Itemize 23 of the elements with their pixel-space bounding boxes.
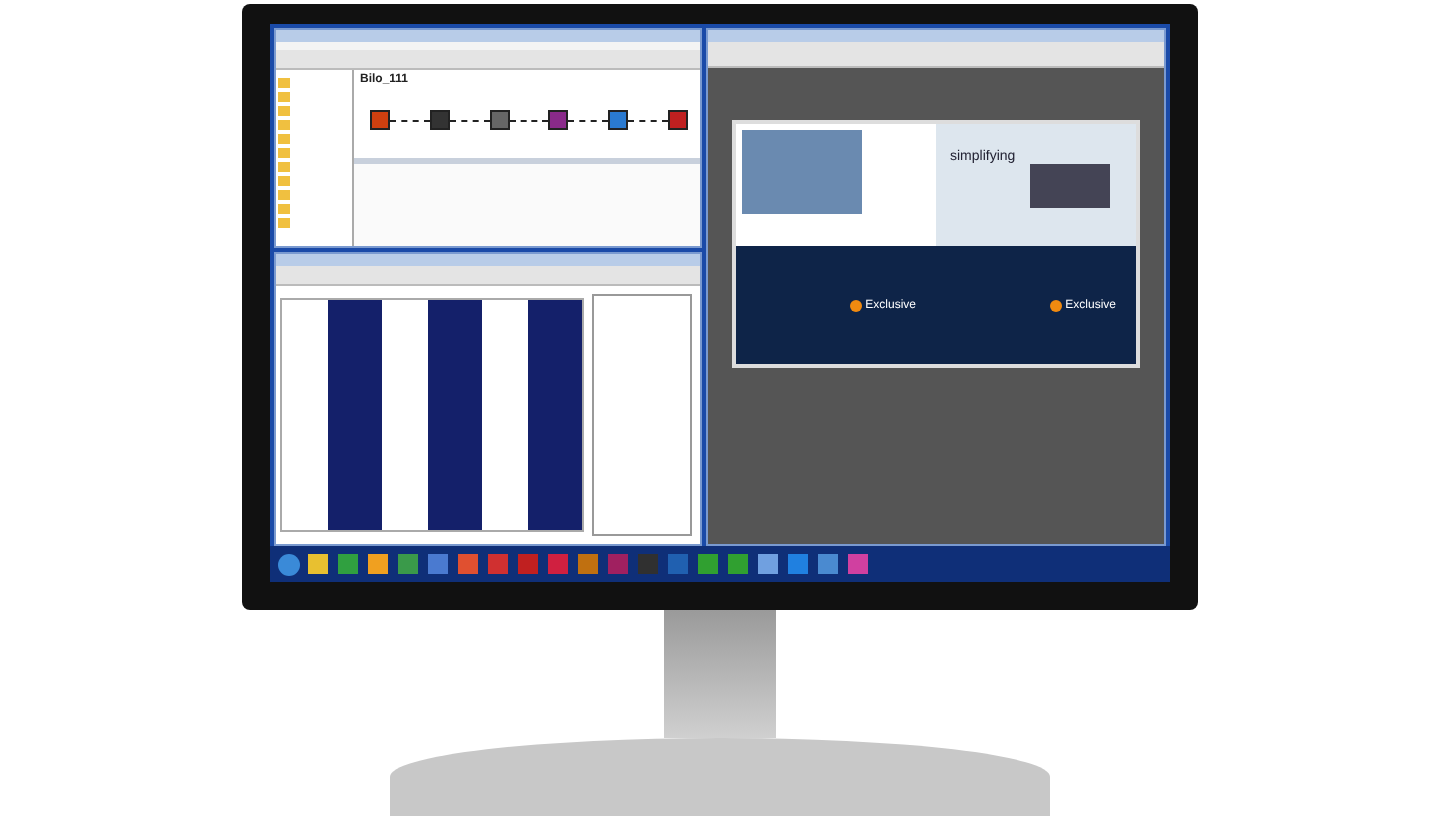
photo-placeholder: [1030, 164, 1110, 208]
app-icon[interactable]: [458, 554, 478, 575]
monitor-stand: [664, 610, 776, 739]
app-icon[interactable]: [398, 554, 418, 575]
app-icon[interactable]: [728, 554, 748, 575]
app-icon[interactable]: [758, 554, 778, 575]
app-icon[interactable]: [428, 554, 448, 575]
workflow-node-icon[interactable]: [667, 110, 688, 130]
app-icon[interactable]: [788, 554, 808, 575]
workflow-node-icon[interactable]: [608, 110, 629, 130]
workflow-node-icon[interactable]: [370, 110, 390, 130]
app-icon[interactable]: [848, 554, 868, 575]
app-icon[interactable]: [338, 554, 358, 575]
app-icon[interactable]: [308, 554, 328, 575]
workflow-node-icon[interactable]: [429, 110, 450, 130]
photo-placeholder: [742, 130, 862, 214]
app-icon[interactable]: [818, 554, 838, 575]
app-icon[interactable]: [698, 554, 718, 575]
app-icon[interactable]: [578, 554, 598, 575]
workflow-node-icon[interactable]: [489, 110, 510, 130]
start-icon[interactable]: [278, 553, 300, 576]
app-icon[interactable]: [368, 554, 388, 575]
workflow-node-icon[interactable]: [548, 110, 569, 130]
